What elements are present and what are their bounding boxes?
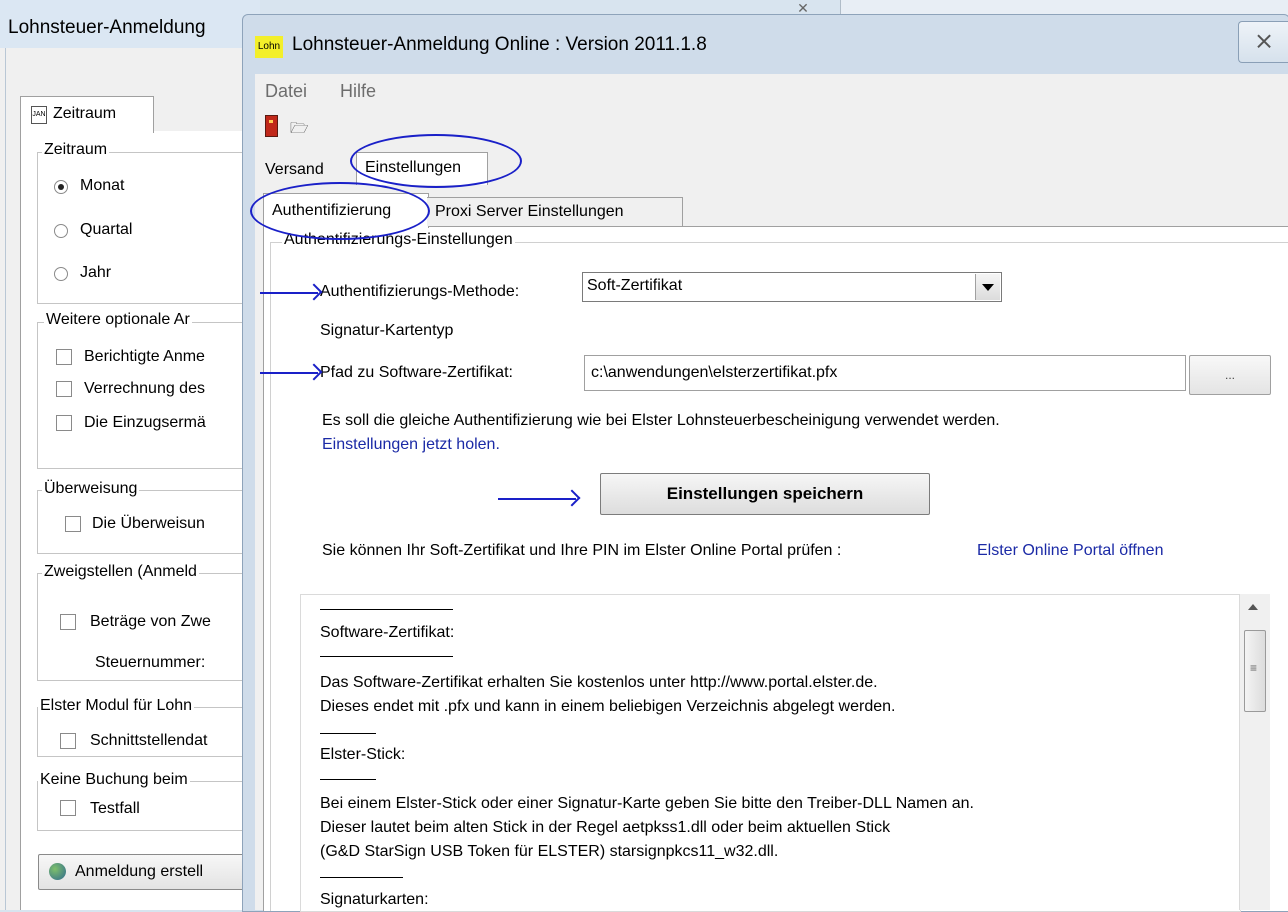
path-label: Pfad zu Software-Zertifikat: xyxy=(320,364,513,381)
info-line-4: Elster-Stick: xyxy=(320,746,406,763)
browse-button[interactable]: ... xyxy=(1189,355,1271,395)
scroll-up-icon[interactable] xyxy=(1248,604,1258,610)
annotation-arrow-save xyxy=(498,498,576,500)
checkbox-schnittstelle[interactable] xyxy=(60,733,76,749)
radio-monat[interactable] xyxy=(54,180,68,194)
info-scrollbar[interactable] xyxy=(1239,594,1270,910)
menu-hilfe[interactable]: Hilfe xyxy=(340,81,376,102)
app-logo-icon: Lohn xyxy=(255,36,283,58)
tab-versand[interactable]: Versand xyxy=(265,161,324,179)
checkbox-ueberweisung-label: Die Überweisun xyxy=(92,515,205,532)
scroll-thumb[interactable] xyxy=(1244,630,1266,712)
chevron-down-icon[interactable] xyxy=(975,274,1000,300)
certificate-path-value: c:\anwendungen\elsterzertifikat.pfx xyxy=(591,364,838,381)
info-line-6: Dieser lautet beim alten Stick in der Re… xyxy=(320,819,891,836)
zweigstellen-legend: Zweigstellen (Anmeld xyxy=(42,563,199,581)
radio-quartal-label: Quartal xyxy=(80,221,133,238)
optional-legend: Weitere optionale Ar xyxy=(44,311,192,329)
checkbox-schnittstelle-label: Schnittstellendat xyxy=(90,732,208,749)
method-label: Authentifizierungs-Methode: xyxy=(320,283,520,300)
annotation-circle-einstellungen xyxy=(350,134,522,188)
elster-portal-link[interactable]: Elster Online Portal öffnen xyxy=(977,542,1163,560)
tab-proxi-server[interactable]: Proxi Server Einstellungen xyxy=(427,197,683,226)
menu-datei[interactable]: Datei xyxy=(265,81,307,102)
portal-hint-text: Sie können Ihr Soft-Zertifikat und Ihre … xyxy=(322,542,842,559)
tab-zeitraum[interactable]: JAN Zeitraum xyxy=(20,96,154,133)
save-settings-button[interactable]: Einstellungen speichern xyxy=(600,473,930,515)
checkbox-einzug-label: Die Einzugsermä xyxy=(84,414,206,431)
info-line-7: (G&D StarSign USB Token für ELSTER) star… xyxy=(320,843,779,860)
info-separator xyxy=(320,779,376,780)
info-line-5: Bei einem Elster-Stick oder einer Signat… xyxy=(320,795,974,812)
checkbox-verrechnung-label: Verrechnung des xyxy=(84,380,205,397)
save-settings-label: Einstellungen speichern xyxy=(666,484,864,503)
ueberweisung-legend: Überweisung xyxy=(42,480,140,498)
steuernummer-label: Steuernummer: xyxy=(95,654,206,671)
info-line-3: Dieses endet mit .pfx und kann in einem … xyxy=(320,698,896,715)
exit-door-icon[interactable] xyxy=(265,115,278,137)
checkbox-ueberweisung[interactable] xyxy=(65,516,81,532)
info-separator xyxy=(320,656,453,657)
globe-icon xyxy=(49,863,66,880)
certificate-path-input[interactable]: c:\anwendungen\elsterzertifikat.pfx xyxy=(584,355,1186,391)
anmeldung-erstellen-label: Anmeldung erstell xyxy=(75,863,204,880)
annotation-arrow-method xyxy=(260,292,318,294)
kartentyp-label: Signatur-Kartentyp xyxy=(320,322,454,339)
same-auth-text: Es soll die gleiche Authentifizierung wi… xyxy=(322,412,1000,429)
open-folder-icon[interactable]: 🗁 xyxy=(290,118,309,143)
info-separator xyxy=(320,877,403,878)
info-line-8: Signaturkarten: xyxy=(320,891,429,908)
annotation-circle-authentifizierung xyxy=(250,182,430,240)
tab-proxi-server-label: Proxi Server Einstellungen xyxy=(435,203,624,220)
dialog-title: Lohnsteuer-Anmeldung Online : Version 20… xyxy=(292,34,707,55)
annotation-arrow-path xyxy=(260,372,318,374)
method-dropdown[interactable]: Soft-Zertifikat xyxy=(582,272,1002,302)
checkbox-berichtigte-label: Berichtigte Anme xyxy=(84,348,205,365)
method-dropdown-value: Soft-Zertifikat xyxy=(587,277,683,294)
zeitraum-legend: Zeitraum xyxy=(42,141,110,159)
info-line-2: Das Software-Zertifikat erhalten Sie kos… xyxy=(320,674,878,691)
info-separator xyxy=(320,609,453,610)
radio-jahr-label: Jahr xyxy=(80,264,112,281)
checkbox-verrechnung[interactable] xyxy=(56,381,72,397)
checkbox-testfall[interactable] xyxy=(60,800,76,816)
checkbox-berichtigte[interactable] xyxy=(56,349,72,365)
checkbox-zweigstellen[interactable] xyxy=(60,614,76,630)
checkbox-einzug[interactable] xyxy=(56,415,72,431)
info-line-1: Software-Zertifikat: xyxy=(320,624,455,641)
elster-modul-legend: Elster Modul für Lohn xyxy=(38,697,195,715)
radio-monat-label: Monat xyxy=(80,177,125,194)
checkbox-testfall-label: Testfall xyxy=(90,800,140,817)
checkbox-zweigstellen-label: Beträge von Zwe xyxy=(90,613,211,630)
einstellungen-holen-link[interactable]: Einstellungen jetzt holen. xyxy=(322,436,500,454)
radio-quartal[interactable] xyxy=(54,224,68,238)
radio-jahr[interactable] xyxy=(54,267,68,281)
background-window-title: Lohnsteuer-Anmeldung xyxy=(8,17,206,38)
tab-zeitraum-label: Zeitraum xyxy=(53,105,117,122)
close-icon[interactable]: ⨯ xyxy=(1238,21,1288,63)
keine-buchung-legend: Keine Buchung beim xyxy=(38,771,190,789)
info-separator xyxy=(320,733,376,734)
anmeldung-erstellen-button[interactable]: Anmeldung erstell xyxy=(38,854,262,890)
calendar-icon: JAN xyxy=(31,106,47,124)
zeitraum-group xyxy=(37,152,261,304)
